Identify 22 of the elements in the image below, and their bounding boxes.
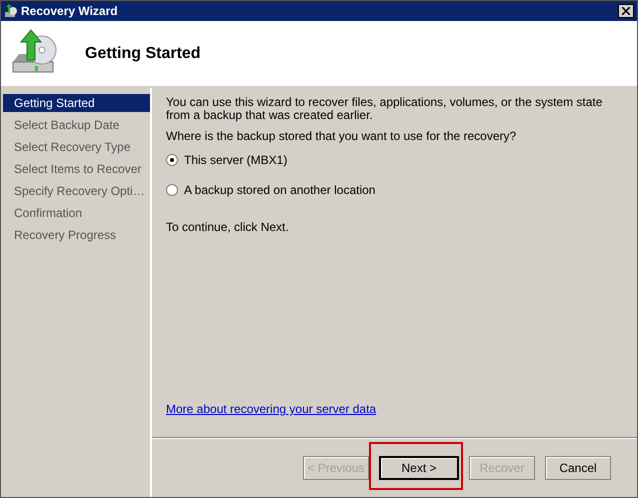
wizard-step[interactable]: Specify Recovery Opti… (3, 182, 150, 204)
wizard-step[interactable]: Select Recovery Type (3, 138, 150, 160)
wizard-button[interactable]: Next > (379, 456, 459, 480)
instruction-text: To continue, click Next. (166, 221, 290, 234)
close-button[interactable] (618, 4, 634, 18)
question-text: Where is the backup stored that you want to use for the recovery? (166, 130, 518, 143)
wizard-step[interactable]: Recovery Progress (3, 226, 150, 248)
app-icon (4, 4, 18, 18)
radio-button[interactable] (166, 154, 178, 166)
wizard-step[interactable]: Confirmation (3, 204, 150, 226)
wizard-step[interactable]: Select Backup Date (3, 116, 150, 138)
intro-text: You can use this wizard to recover files, applications, volumes, or the system state from a backup that was created earlier. (166, 96, 604, 122)
wizard-step[interactable]: Select Items to Recover (3, 160, 150, 182)
window-title: Recovery Wizard (21, 3, 118, 20)
page-title: Getting Started (85, 44, 201, 64)
close-icon (622, 7, 630, 15)
wizard-button[interactable]: Cancel (545, 456, 611, 480)
radio-label[interactable]: A backup stored on another location (184, 181, 376, 199)
radio-button[interactable] (166, 184, 178, 196)
wizard-step[interactable]: Getting Started (3, 94, 150, 112)
radio-label[interactable]: This server (MBX1) (184, 151, 288, 169)
help-link[interactable]: More about recovering your server data (166, 400, 376, 418)
